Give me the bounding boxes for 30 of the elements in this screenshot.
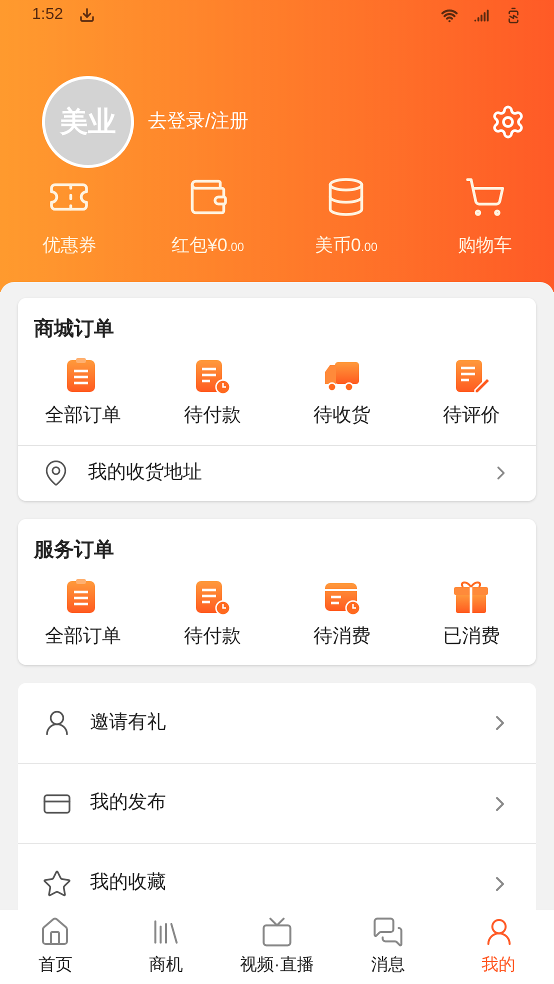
order-status-button[interactable]: 待消费 (277, 576, 406, 651)
tab[interactable]: 首页 (0, 910, 111, 984)
card-title: 商城订单 (33, 316, 115, 342)
menu-row[interactable]: 邀请有礼 (18, 683, 536, 763)
star-icon (42, 868, 72, 898)
order-status-button[interactable]: 待付款 (148, 356, 277, 430)
order-status-button[interactable]: 全部订单 (18, 356, 148, 430)
card-title: 服务订单 (32, 538, 115, 562)
menu-label: 我的收藏 (90, 871, 167, 896)
tab[interactable]: 视频·直播 (222, 910, 332, 984)
menu-label: 我的发布 (90, 791, 167, 816)
order-status-button[interactable]: 全部订单 (18, 576, 148, 651)
wifi-icon (441, 6, 458, 24)
download-icon (79, 7, 96, 23)
status-time: 1:52 (32, 5, 64, 25)
address-label: 我的收货地址 (88, 460, 203, 485)
tab[interactable]: 消息 (332, 910, 444, 984)
order-status-button[interactable]: 待付款 (148, 576, 277, 651)
order-status-button[interactable]: 待评价 (406, 356, 536, 430)
settings-icon[interactable] (490, 104, 526, 140)
order-status-button[interactable]: 已消费 (406, 576, 536, 651)
cart-icon (464, 176, 506, 218)
tab[interactable]: 商机 (110, 910, 222, 984)
address-row[interactable]: 我的收货地址 (18, 444, 536, 500)
tv-icon (260, 916, 293, 948)
signal-icon (474, 8, 489, 22)
order-status-button[interactable]: 待收货 (277, 356, 406, 430)
menu-label: 邀请有礼 (90, 710, 167, 735)
chat-icon (372, 916, 404, 948)
menu-row[interactable]: 我的发布 (18, 763, 536, 843)
